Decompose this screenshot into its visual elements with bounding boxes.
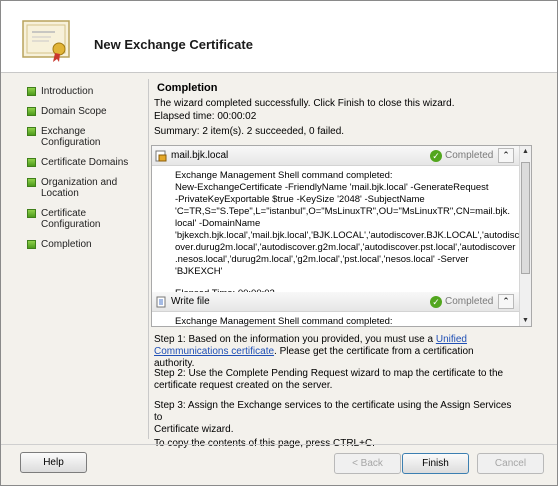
step-label: Domain Scope [41,106,107,117]
task-scrollbar[interactable]: ▲ ▼ [519,146,531,326]
output-line: Exchange Management Shell command comple… [175,316,393,327]
step-item-organization-location: Organization and Location [27,177,122,199]
green-step-bullet-icon [27,158,36,167]
footer-divider [1,444,557,445]
help-button[interactable]: Help [20,452,87,473]
wizard-steps: Introduction Domain Scope Exchange Confi… [27,86,137,259]
green-step-bullet-icon [27,107,36,116]
wizard-window: New Exchange Certificate Introduction Do… [0,0,558,486]
certificate-icon [22,20,70,62]
chevron-up-icon: ⌃ [502,296,510,306]
output-line: over.durug2m.local','autodiscover.g2m.lo… [175,242,516,253]
task-results-panel: mail.bjk.local ✓ Completed ⌃ Exchange Ma… [151,145,532,327]
file-icon [156,296,166,308]
output-line: -PrivateKeyExportable $true -KeySize '20… [175,194,425,205]
step-item-exchange-configuration: Exchange Configuration [27,126,101,148]
green-step-bullet-icon [27,209,36,218]
output-line: 'bjkexch.bjk.local','mail.bjk.local','BJ… [175,230,520,241]
output-line: Exchange Management Shell command comple… [175,170,393,181]
step-item-completion: Completion [27,239,137,250]
step-label: Certificate Domains [41,157,129,168]
step-label: Introduction [41,86,94,97]
green-step-bullet-icon [27,127,36,136]
check-icon: ✓ [430,150,442,162]
green-step-bullet-icon [27,87,36,96]
elapsed-time: Elapsed time: 00:00:02 [154,111,257,122]
task-output: Exchange Management Shell command comple… [175,170,520,300]
instruction-step-1: Step 1: Based on the information you pro… [154,334,514,370]
completion-message: The wizard completed successfully. Click… [154,98,455,109]
task-output: Exchange Management Shell command comple… [175,316,517,327]
step-label: Certificate Configuration [41,208,101,230]
collapse-button[interactable]: ⌃ [498,148,514,163]
task-name: Write file [171,296,210,307]
output-line: 'C=TR,S="S.Tepe",L="istanbul",O="MsLinux… [175,206,511,217]
section-title: Completion [157,82,218,94]
instruction-text: Step 1: Based on the information you pro… [154,334,436,345]
step-label: Organization and Location [41,177,118,199]
task-header: mail.bjk.local ✓ Completed ⌃ [152,146,520,166]
summary-text: Summary: 2 item(s). 2 succeeded, 0 faile… [154,126,345,137]
task-status: Completed [445,296,494,307]
step-item-introduction: Introduction [27,86,137,97]
cancel-button[interactable]: Cancel [477,453,544,474]
step-label: Completion [41,239,92,250]
step-label: Exchange Configuration [41,126,101,148]
instruction-step-3: Step 3: Assign the Exchange services to … [154,400,512,436]
output-line: local' -DomainName [175,218,261,229]
green-step-bullet-icon [27,178,36,187]
task-header: Write file ✓ Completed ⌃ [152,292,520,312]
output-line: New-ExchangeCertificate -FriendlyName 'm… [175,182,489,193]
check-icon: ✓ [430,296,442,308]
page-title: New Exchange Certificate [94,37,253,52]
scroll-up-icon[interactable]: ▲ [522,148,529,155]
instruction-text: Certificate wizard. [154,424,234,435]
scroll-thumb[interactable] [521,162,530,274]
scroll-down-icon[interactable]: ▼ [522,317,529,324]
task-name: mail.bjk.local [171,150,229,161]
task-status: Completed [445,150,494,161]
step-item-domain-scope: Domain Scope [27,106,137,117]
back-button[interactable]: < Back [334,453,401,474]
link-text[interactable]: Communications certificate [154,346,274,357]
step-item-certificate-configuration: Certificate Configuration [27,208,107,230]
task-icon [155,150,167,162]
wizard-header: New Exchange Certificate [1,1,557,73]
output-line: .nesos.local','durug2m.local','g2m.local… [175,254,469,277]
finish-button[interactable]: Finish [402,453,469,474]
collapse-button[interactable]: ⌃ [498,294,514,309]
instruction-step-2: Step 2: Use the Complete Pending Request… [154,368,504,391]
link-text[interactable]: Unified [436,334,467,345]
chevron-up-icon: ⌃ [502,150,510,160]
step-item-certificate-domains: Certificate Domains [27,157,137,168]
green-step-bullet-icon [27,240,36,249]
instruction-text: Step 3: Assign the Exchange services to … [154,400,512,423]
